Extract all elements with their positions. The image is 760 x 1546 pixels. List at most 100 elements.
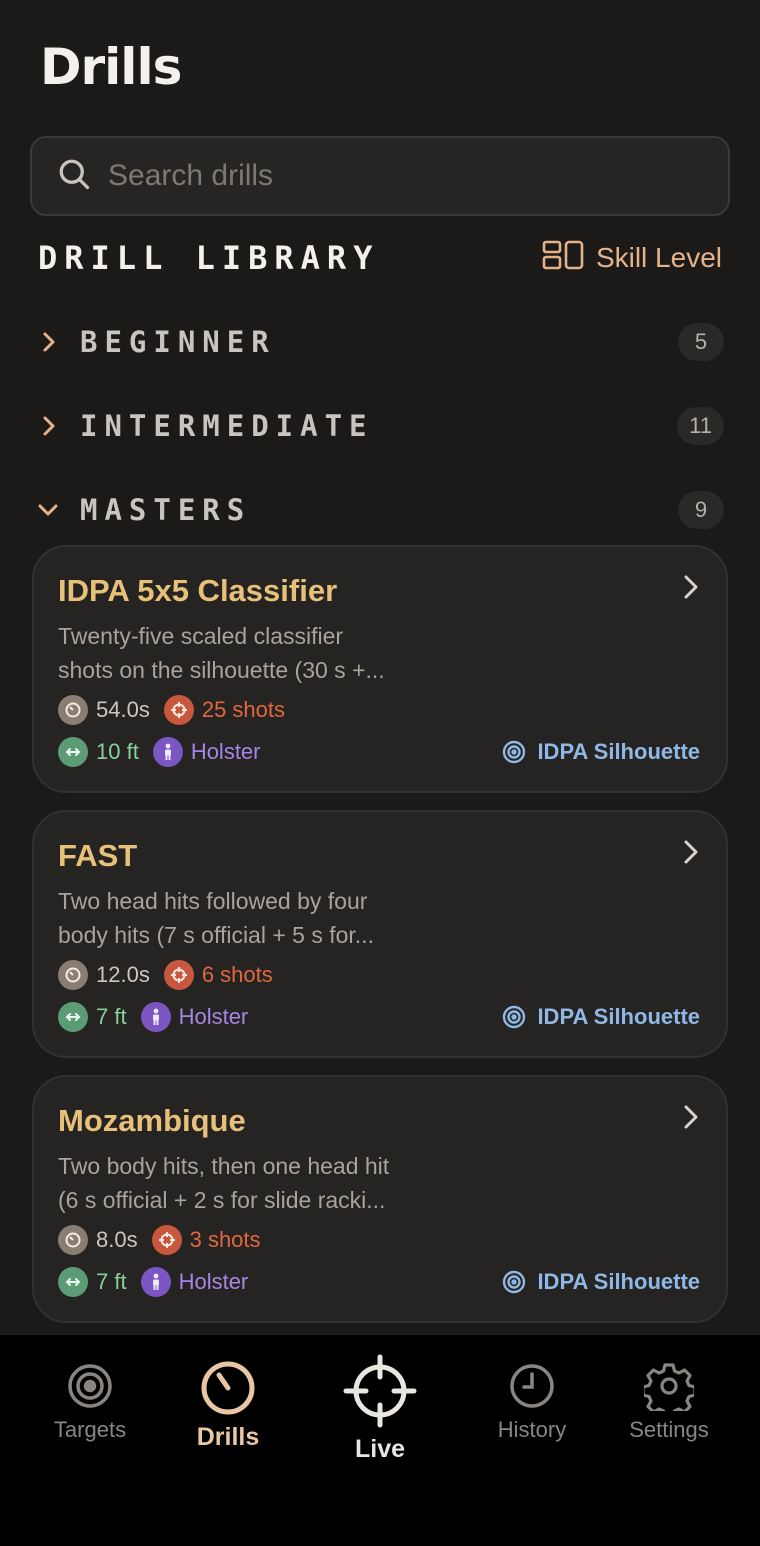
drill-title: IDPA 5x5 Classifier: [58, 573, 338, 608]
time-value: 54.0s: [96, 697, 150, 722]
distance-value: 7 ft: [96, 1269, 127, 1294]
position-value: Holster: [178, 1004, 249, 1029]
chevron-right-icon: [43, 416, 55, 436]
distance-icon: [58, 1002, 88, 1032]
search-input[interactable]: [108, 159, 668, 193]
description-line: Twenty-five scaled classifier: [58, 623, 344, 649]
distance-meta: 10 ft: [58, 737, 139, 767]
timer-icon: [58, 1225, 88, 1255]
chevron-right-icon: [684, 1105, 698, 1129]
target-icon: [503, 1005, 526, 1029]
tab-live[interactable]: Live: [330, 1353, 430, 1464]
target-label: IDPA Silhouette: [537, 1269, 700, 1294]
drill-title: Mozambique: [58, 1103, 246, 1138]
tab-settings[interactable]: Settings: [619, 1361, 719, 1443]
shots-value: 6 shots: [201, 962, 273, 987]
drill-title: FAST: [58, 838, 138, 873]
tab-label: History: [497, 1417, 567, 1442]
person-icon: [140, 1002, 171, 1032]
skill-level-label: Skill Level: [595, 242, 722, 273]
chevron-down-icon: [38, 504, 58, 516]
tab-history[interactable]: History: [482, 1361, 582, 1443]
shots-meta: 3 shots: [151, 1225, 261, 1255]
page-title: Drills: [40, 38, 182, 96]
tab-drills[interactable]: Drills: [178, 1355, 278, 1452]
distance-icon: [58, 737, 88, 767]
tab-label: Targets: [53, 1417, 127, 1442]
drill-description: Two body hits, then one head hit (6 s of…: [58, 1149, 458, 1217]
shots-value: 3 shots: [189, 1227, 261, 1252]
shots-meta: 6 shots: [163, 960, 273, 990]
count-badge: 11: [677, 407, 724, 445]
time-meta: 54.0s: [58, 695, 150, 725]
tab-targets[interactable]: Targets: [40, 1361, 140, 1443]
drill-card[interactable]: FAST Two head hits followed by four body…: [32, 810, 728, 1058]
timer-icon: [201, 1361, 255, 1415]
section-beginner[interactable]: BEGINNER 5: [36, 320, 724, 364]
time-value: 12.0s: [96, 962, 150, 987]
person-icon: [152, 737, 183, 767]
tab-bar: Targets Drills Live History Settings: [0, 1334, 760, 1546]
timer-icon: [58, 695, 88, 725]
crosshair-icon: [151, 1225, 182, 1255]
target-icon: [503, 1270, 526, 1294]
tab-label: Live: [354, 1435, 406, 1463]
distance-meta: 7 ft: [58, 1267, 127, 1297]
chevron-right-icon: [684, 840, 698, 864]
tab-label: Drills: [196, 1423, 260, 1451]
person-icon: [140, 1267, 171, 1297]
layout-icon: [542, 240, 584, 277]
position-meta: Holster: [140, 1002, 249, 1032]
tab-label: Settings: [629, 1417, 709, 1442]
drill-library-title: DRILL LIBRARY: [38, 239, 380, 277]
count-badge: 5: [678, 323, 724, 361]
target-icon: [503, 740, 526, 764]
skill-level-button[interactable]: Skill Level: [542, 240, 722, 277]
description-line: shots on the silhouette (30 s +...: [58, 657, 385, 683]
shots-value: 25 shots: [201, 697, 285, 722]
position-meta: Holster: [152, 737, 261, 767]
section-intermediate[interactable]: INTERMEDIATE 11: [36, 404, 724, 448]
position-value: Holster: [190, 739, 261, 764]
target-label: IDPA Silhouette: [537, 1004, 700, 1029]
chevron-right-icon: [684, 575, 698, 599]
chevron-right-icon: [43, 332, 55, 352]
description-line: body hits (7 s official + 5 s for...: [58, 922, 374, 948]
target-label: IDPA Silhouette: [537, 739, 700, 764]
drill-card[interactable]: Mozambique Two body hits, then one head …: [32, 1075, 728, 1323]
count-badge: 9: [678, 491, 724, 529]
section-label: BEGINNER: [80, 325, 276, 359]
distance-value: 10 ft: [96, 739, 139, 764]
target-tag: IDPA Silhouette: [501, 1004, 700, 1030]
section-masters[interactable]: MASTERS 9: [36, 488, 724, 532]
distance-icon: [58, 1267, 88, 1297]
shots-meta: 25 shots: [163, 695, 285, 725]
drills-screen: Drills DRILL LIBRARY Skill Level BEGIN: [0, 0, 760, 1546]
target-tag: IDPA Silhouette: [501, 739, 700, 765]
clock-icon: [510, 1364, 554, 1408]
target-icon: [68, 1364, 112, 1408]
search-bar[interactable]: [30, 136, 730, 216]
distance-value: 7 ft: [96, 1004, 127, 1029]
target-tag: IDPA Silhouette: [501, 1269, 700, 1295]
crosshair-icon: [163, 960, 194, 990]
crosshair-icon: [343, 1354, 417, 1428]
drill-library-header: DRILL LIBRARY Skill Level: [38, 236, 722, 280]
drill-description: Two head hits followed by four body hits…: [58, 884, 458, 952]
search-icon: [56, 156, 92, 197]
description-line: (6 s official + 2 s for slide racki...: [58, 1187, 386, 1213]
gear-icon: [644, 1363, 694, 1411]
drill-card[interactable]: IDPA 5x5 Classifier Twenty-five scaled c…: [32, 545, 728, 793]
section-label: INTERMEDIATE: [80, 409, 374, 443]
time-value: 8.0s: [96, 1227, 138, 1252]
time-meta: 8.0s: [58, 1225, 138, 1255]
timer-icon: [58, 960, 88, 990]
distance-meta: 7 ft: [58, 1002, 127, 1032]
crosshair-icon: [163, 695, 194, 725]
description-line: Two body hits, then one head hit: [58, 1153, 390, 1179]
description-line: Two head hits followed by four: [58, 888, 368, 914]
drill-description: Twenty-five scaled classifier shots on t…: [58, 619, 458, 687]
time-meta: 12.0s: [58, 960, 150, 990]
section-label: MASTERS: [80, 493, 252, 527]
position-value: Holster: [178, 1269, 249, 1294]
